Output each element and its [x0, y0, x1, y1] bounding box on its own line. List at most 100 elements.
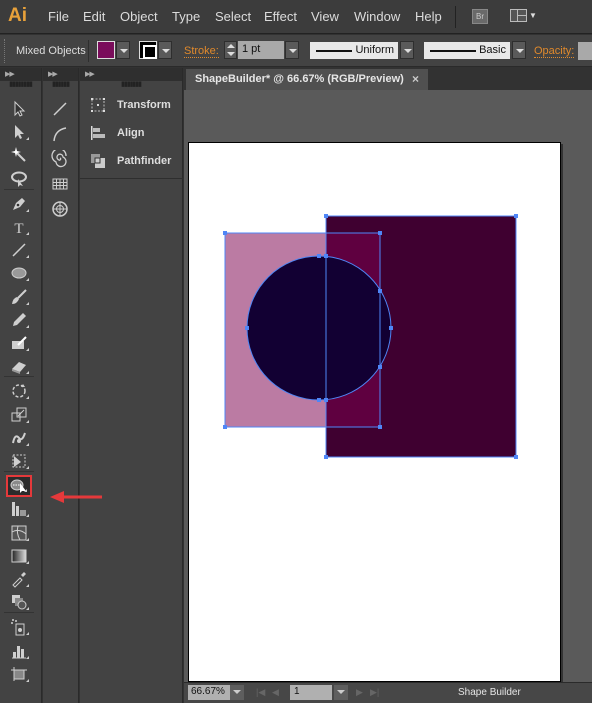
width-profile-value: Uniform — [355, 44, 394, 56]
panel-transform[interactable]: Transform — [90, 96, 171, 114]
panel-grip[interactable]: ▮▮▮▮▮▮▮▮ — [0, 81, 41, 92]
menu-select[interactable]: Select — [215, 9, 251, 24]
brush-definition-field[interactable]: Basic — [424, 42, 510, 59]
lasso-tool[interactable] — [6, 168, 32, 190]
opacity-input[interactable] — [578, 42, 592, 60]
flyout-indicator-icon — [26, 278, 29, 282]
panel-grip[interactable]: ▮▮▮▮▮▮▮ — [80, 81, 182, 92]
shape-builder-icon — [10, 479, 26, 494]
flyout-indicator-icon — [26, 537, 29, 541]
next-artboard-icon[interactable]: ▶ — [356, 687, 363, 698]
paintbrush-tool[interactable] — [6, 286, 32, 308]
panel-divider — [80, 178, 183, 179]
artboard-number-input[interactable]: 1 — [290, 685, 332, 700]
eyedropper-tool[interactable] — [6, 568, 32, 590]
stroke-weight-stepper[interactable] — [224, 41, 237, 59]
menu-file[interactable]: File — [48, 9, 69, 24]
panel-pathfinder[interactable]: Pathfinder — [90, 152, 171, 170]
perspective-grid-tool[interactable] — [6, 498, 32, 520]
menu-window[interactable]: Window — [354, 9, 400, 24]
line-segment-tool[interactable] — [6, 239, 32, 261]
menu-effect[interactable]: Effect — [264, 9, 297, 24]
workspace-dropdown-icon[interactable]: ▼ — [529, 11, 537, 20]
rotate-tool[interactable] — [6, 380, 32, 402]
collapse-toggle[interactable]: ▶▶ — [80, 68, 182, 81]
tool-group-divider — [4, 188, 34, 190]
arc-tool[interactable] — [47, 123, 73, 145]
menu-edit[interactable]: Edit — [83, 9, 105, 24]
stroke-color-dropdown[interactable] — [158, 41, 172, 59]
pen-tool[interactable] — [6, 193, 32, 215]
bridge-button[interactable]: Br — [472, 9, 488, 24]
polar-grid-icon — [52, 201, 68, 217]
panel-grip[interactable]: ▮▮▮▮▮▮ — [43, 81, 78, 92]
arc-icon — [53, 127, 67, 142]
workspace-switcher-icon[interactable] — [510, 9, 527, 22]
zoom-level-input[interactable]: 66.67% — [188, 685, 230, 700]
shape-builder-tool[interactable] — [6, 475, 32, 498]
blob-brush-tool[interactable] — [6, 332, 32, 354]
fill-dropdown[interactable] — [116, 41, 130, 59]
tools-panel: ▶▶ ▮▮▮▮▮▮▮▮ T — [0, 68, 42, 703]
annotation-arrow-icon — [50, 491, 102, 503]
magic-wand-tool[interactable] — [6, 144, 32, 166]
line-icon — [53, 102, 67, 116]
opacity-label[interactable]: Opacity: — [534, 45, 575, 58]
menu-object[interactable]: Object — [120, 9, 158, 24]
mesh-tool[interactable] — [6, 522, 32, 544]
artboard-dropdown[interactable] — [334, 685, 348, 700]
control-bar-grip[interactable] — [4, 39, 7, 63]
divider — [88, 40, 89, 62]
previous-artboard-icon[interactable]: ◀ — [272, 687, 279, 698]
menu-separator — [455, 6, 456, 28]
rectangular-grid-tool[interactable] — [47, 173, 73, 195]
circle-shape[interactable] — [247, 256, 391, 400]
selection-tool[interactable] — [6, 98, 32, 120]
brush-definition-dropdown[interactable] — [512, 41, 526, 59]
collapse-toggle[interactable]: ▶▶ — [0, 68, 41, 81]
direct-selection-tool[interactable] — [6, 121, 32, 143]
type-tool[interactable]: T — [6, 216, 32, 238]
artboard-tool[interactable] — [6, 663, 32, 685]
symbol-sprayer-tool[interactable] — [6, 616, 32, 638]
stroke-color-swatch[interactable] — [139, 41, 157, 59]
status-bar: 66.67% |◀ ◀ 1 ▶ ▶| Shape Builder — [184, 682, 592, 703]
menu-help[interactable]: Help — [415, 9, 442, 24]
spiral-tool[interactable] — [47, 148, 73, 170]
flyout-indicator-icon — [26, 301, 29, 305]
polar-grid-tool[interactable] — [47, 198, 73, 220]
free-transform-tool[interactable] — [6, 450, 32, 472]
magic-wand-icon — [11, 147, 26, 163]
width-profile-field[interactable]: Uniform — [310, 42, 398, 59]
panel-align[interactable]: Align — [90, 124, 145, 142]
artwork-canvas[interactable] — [184, 68, 592, 682]
profile-line-icon — [316, 50, 352, 52]
width-profile-dropdown[interactable] — [400, 41, 414, 59]
blend-tool[interactable] — [6, 591, 32, 613]
stroke-label[interactable]: Stroke: — [184, 45, 219, 58]
fill-color-swatch[interactable] — [97, 41, 115, 59]
collapse-toggle[interactable]: ▶▶ — [43, 68, 78, 81]
last-artboard-icon[interactable]: ▶| — [370, 687, 379, 698]
zoom-dropdown[interactable] — [230, 685, 244, 700]
first-artboard-icon[interactable]: |◀ — [256, 687, 265, 698]
grid-icon — [52, 178, 68, 190]
tool-group-divider — [4, 612, 34, 614]
column-graph-tool[interactable] — [6, 640, 32, 662]
menu-type[interactable]: Type — [172, 9, 200, 24]
menu-view[interactable]: View — [311, 9, 339, 24]
flyout-indicator-icon — [26, 371, 29, 375]
ellipse-tool[interactable] — [6, 262, 32, 284]
line-segment-tool[interactable] — [47, 98, 73, 120]
flyout-indicator-icon — [26, 232, 29, 235]
eraser-tool[interactable] — [6, 355, 32, 377]
flyout-indicator-icon — [26, 419, 29, 423]
current-tool-status[interactable]: Shape Builder — [458, 687, 521, 698]
gradient-tool[interactable] — [6, 545, 32, 567]
stroke-weight-input[interactable]: 1 pt — [238, 41, 284, 59]
brush-definition-value: Basic — [479, 44, 506, 56]
pencil-tool[interactable] — [6, 309, 32, 331]
stroke-weight-dropdown[interactable] — [285, 41, 299, 59]
scale-tool[interactable] — [6, 404, 32, 426]
warp-tool[interactable] — [6, 427, 32, 449]
